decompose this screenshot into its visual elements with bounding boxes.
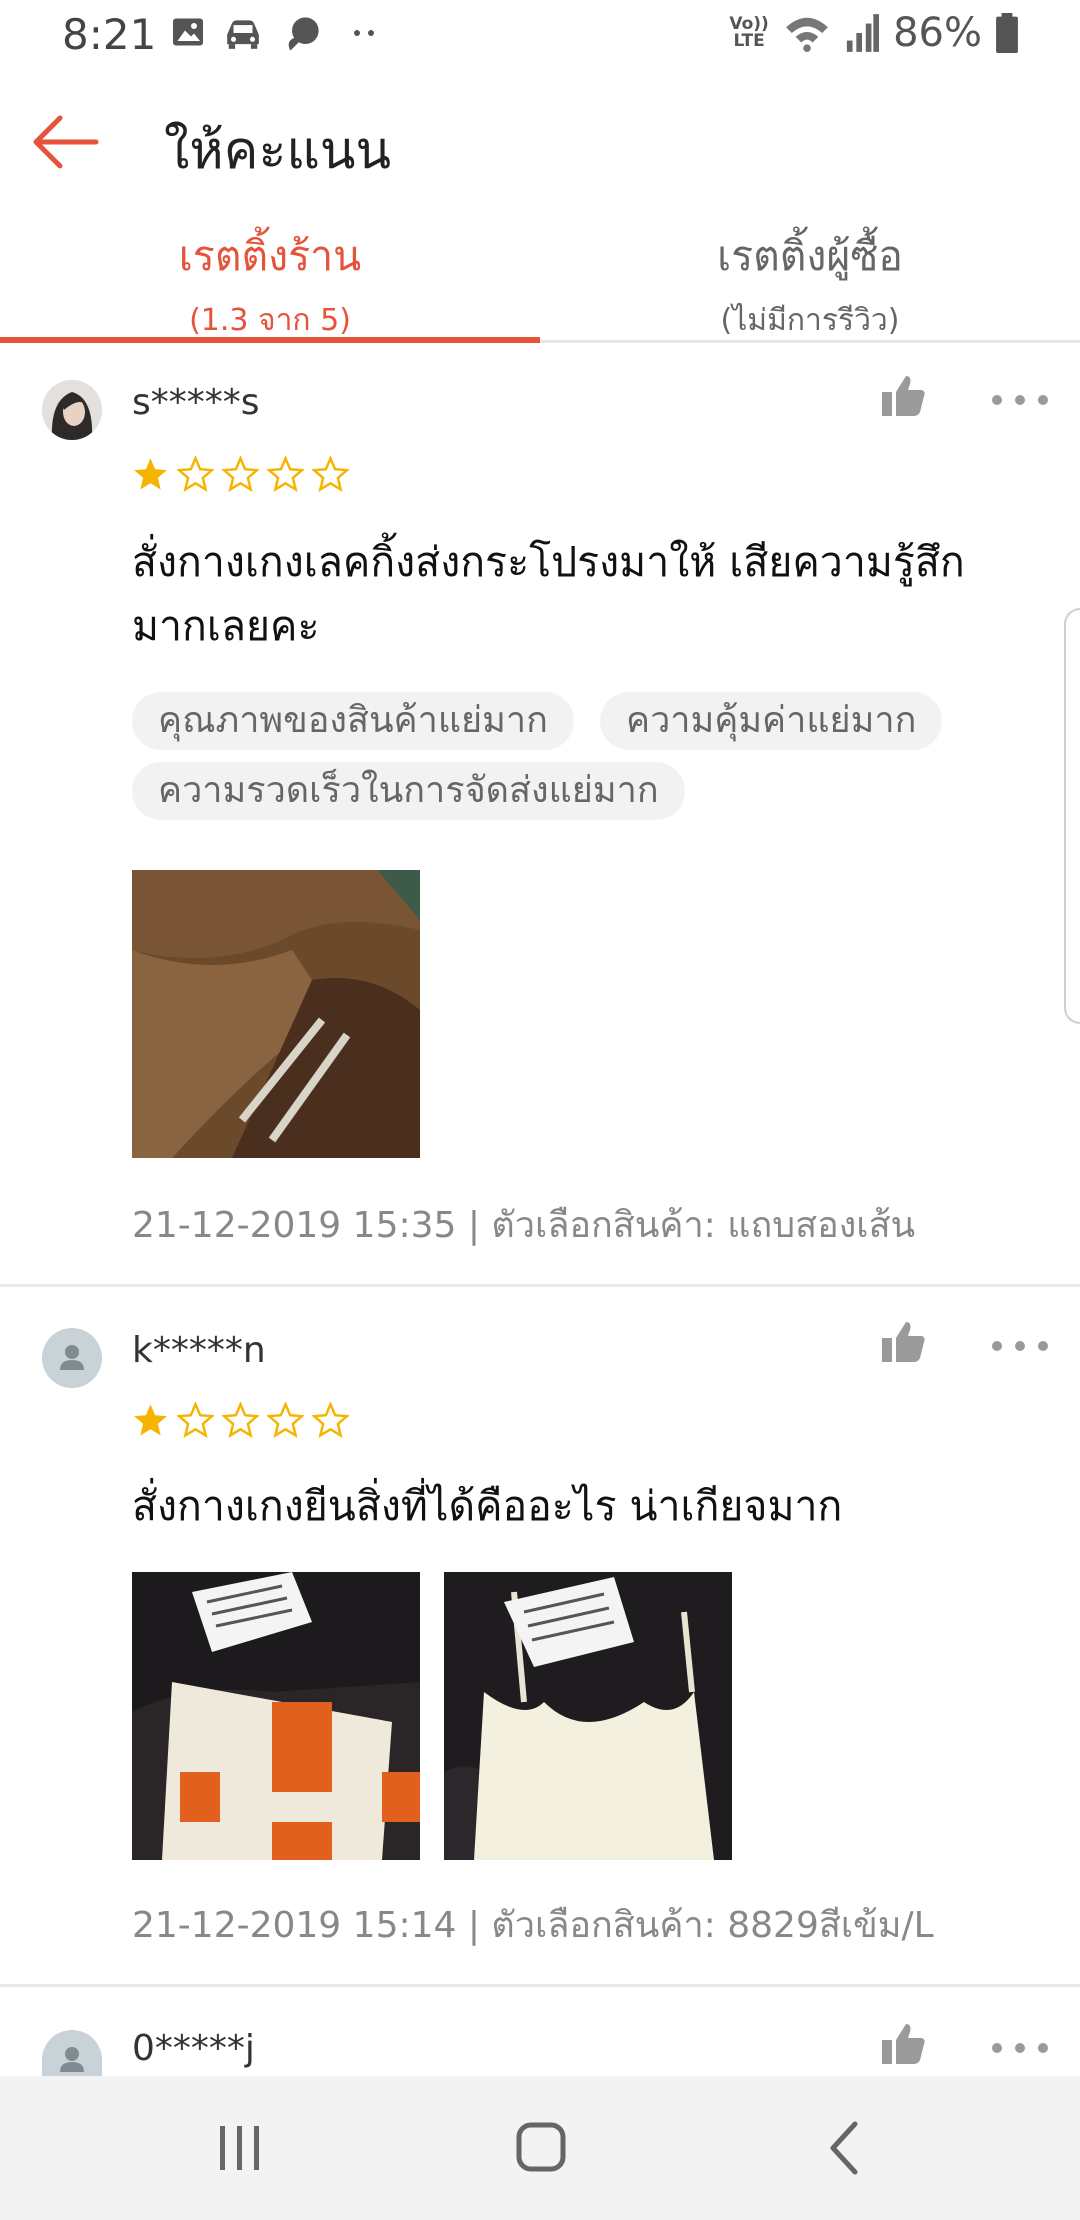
more-dots-icon (354, 30, 374, 36)
review-username: k*****n (132, 1330, 266, 1371)
more-options-button[interactable] (992, 1336, 1048, 1356)
default-user-icon (60, 1345, 84, 1370)
thumbs-up-icon[interactable] (880, 372, 928, 420)
volte-label: Vo)) LTE (729, 14, 769, 51)
thumbs-up-icon[interactable] (880, 1318, 928, 1366)
rating-tabs: เรตติ้งร้าน (1.3 จาก 5) เรตติ้งผู้ซื้อ (… (0, 212, 1080, 343)
avatar[interactable] (42, 2030, 102, 2076)
more-options-button[interactable] (992, 2038, 1048, 2058)
tab-buyer-rating-label: เรตติ้งผู้ซื้อ (717, 232, 903, 280)
review-tag[interactable]: ความคุ้มค่าแย่มาก (600, 692, 943, 750)
status-right: Vo)) LTE 86% (729, 10, 1018, 56)
star-filled-icon (134, 458, 167, 490)
scrollbar-thumb[interactable] (1064, 608, 1080, 1024)
star-empty-icon (267, 1402, 304, 1439)
user-avatar-image (42, 380, 102, 440)
star-empty-icon (267, 456, 304, 493)
tab-buyer-rating-sub: (ไม่มีการรีวิว) (720, 303, 900, 338)
review-text: สั่งกางเกงเลคกิ้งส่งกระโปรงมาให้ เสียควา… (132, 538, 965, 650)
star-rating (132, 456, 349, 493)
nav-back-icon[interactable] (805, 2116, 885, 2180)
star-empty-icon (177, 456, 214, 493)
review-meta: 21-12-2019 15:14 | ตัวเลือกสินค้า: 8829ส… (132, 1905, 934, 1946)
review-meta: 21-12-2019 15:35 | ตัวเลือกสินค้า: แถบสอ… (132, 1205, 916, 1246)
star-empty-icon (222, 1402, 259, 1439)
star-empty-icon (177, 1402, 214, 1439)
review-username: 0*****j (132, 2028, 255, 2069)
default-user-icon (60, 2047, 84, 2072)
avatar[interactable] (42, 1328, 102, 1388)
tab-buyer-rating[interactable]: เรตติ้งผู้ซื้อ (ไม่มีการรีวิว) (540, 212, 1080, 340)
system-nav-bar (0, 2076, 1080, 2220)
review-text: สั่งกางเกงยีนสิ่งที่ได้คืออะไร น่าเกียจม… (132, 1482, 843, 1530)
signal-icon (846, 14, 880, 52)
brown-fabric-photo (132, 870, 420, 1158)
review-divider (0, 1284, 1080, 1287)
wifi-icon (786, 17, 828, 52)
tab-shop-rating-label: เรตติ้งร้าน (178, 232, 362, 280)
app-header: ให้คะแนน (0, 72, 1080, 212)
page-title: ให้คะแนน (164, 121, 391, 181)
tab-shop-rating[interactable]: เรตติ้งร้าน (1.3 จาก 5) (0, 212, 540, 343)
star-empty-icon (222, 456, 259, 493)
review-photo[interactable] (132, 870, 420, 1158)
avatar[interactable] (42, 380, 102, 440)
star-empty-icon (312, 456, 349, 493)
home-icon[interactable] (500, 2116, 580, 2180)
review-tag[interactable]: ความรวดเร็วในการจัดส่งแย่มาก (132, 762, 685, 820)
white-camisole-photo (444, 1572, 732, 1860)
review-tag[interactable]: คุณภาพของสินค้าแย่มาก (132, 692, 574, 750)
package-photo (132, 1572, 420, 1860)
car-icon (227, 20, 259, 49)
thumbs-up-icon[interactable] (880, 2020, 928, 2068)
back-arrow-icon[interactable] (30, 112, 102, 172)
review-photo[interactable] (132, 1572, 420, 1860)
star-empty-icon (312, 1402, 349, 1439)
battery-percent: 86% (893, 10, 982, 56)
star-filled-icon (134, 1404, 167, 1436)
status-bar: 8:21 Vo)) LTE 86% (0, 0, 1080, 72)
battery-icon (996, 13, 1018, 53)
status-time: 8:21 (62, 10, 157, 59)
chat-icon (288, 17, 319, 51)
star-rating (132, 1402, 349, 1439)
tab-shop-rating-score: (1.3 จาก 5) (189, 303, 351, 338)
recent-apps-icon[interactable] (200, 2116, 280, 2180)
review-username: s*****s (132, 382, 260, 423)
image-icon (173, 18, 203, 46)
more-options-button[interactable] (992, 390, 1048, 410)
review-divider (0, 1984, 1080, 1987)
review-photo[interactable] (444, 1572, 732, 1860)
